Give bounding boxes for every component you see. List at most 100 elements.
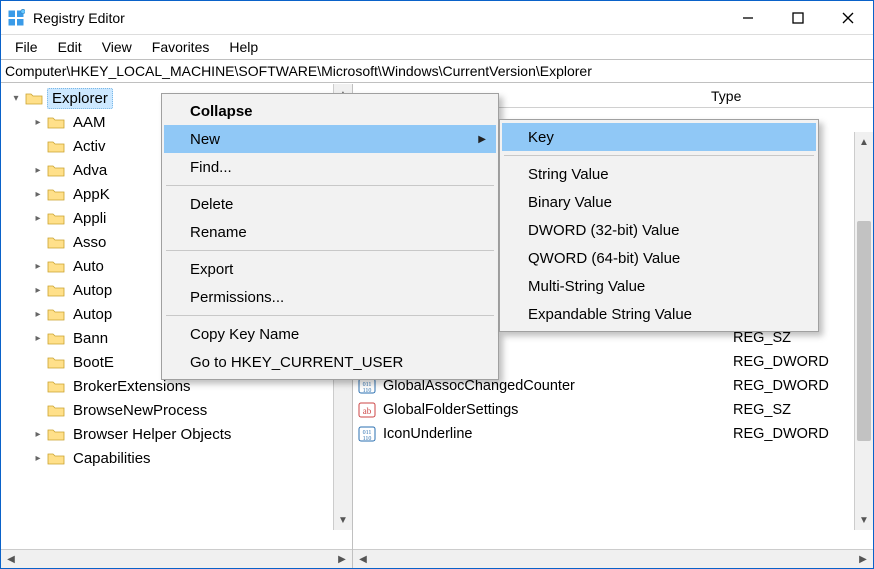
tree-item-label: Appli [69, 209, 110, 228]
tree-item-label: BrowseNewProcess [69, 401, 211, 420]
caret-right-icon[interactable]: ▸ [29, 165, 47, 176]
value-type: REG_DWORD [725, 426, 873, 442]
folder-icon [47, 186, 65, 202]
svg-text:ab: ab [363, 406, 372, 416]
folder-icon [25, 90, 43, 106]
value-type-icon: 011110 [357, 426, 377, 442]
menu-separator [166, 250, 494, 251]
scroll-right-icon[interactable]: ▶ [855, 551, 871, 567]
menu-item-label: Multi-String Value [528, 278, 645, 295]
tree-item-label: Browser Helper Objects [69, 425, 235, 444]
minimize-button[interactable] [723, 1, 773, 34]
folder-icon [47, 282, 65, 298]
menu-help[interactable]: Help [219, 37, 268, 57]
values-horizontal-scrollbar[interactable]: ◀ ▶ [353, 549, 873, 568]
scroll-down-icon[interactable]: ▼ [856, 512, 872, 528]
address-bar[interactable]: Computer\HKEY_LOCAL_MACHINE\SOFTWARE\Mic… [1, 59, 873, 83]
tree-item[interactable]: ▸BrowseNewProcess [7, 398, 332, 422]
menu-edit[interactable]: Edit [48, 37, 92, 57]
folder-icon [47, 330, 65, 346]
tree-item-label: Capabilities [69, 449, 155, 468]
menu-item-label: Collapse [190, 103, 253, 120]
tree-item-label: Adva [69, 161, 111, 180]
context-submenu-new[interactable]: Key String Value Binary Value DWORD (32-bit… [499, 119, 819, 332]
value-name: IconUnderline [383, 426, 725, 442]
menu-favorites[interactable]: Favorites [142, 37, 220, 57]
menu-item[interactable]: Key [502, 123, 816, 151]
menu-item-label: String Value [528, 166, 609, 183]
caret-right-icon[interactable]: ▸ [29, 453, 47, 464]
tree-horizontal-scrollbar[interactable]: ◀ ▶ [1, 549, 352, 568]
caret-right-icon[interactable]: ▸ [29, 117, 47, 128]
title-bar: Registry Editor [1, 1, 873, 35]
scroll-right-icon[interactable]: ▶ [334, 551, 350, 567]
menu-item-label: Permissions... [190, 289, 284, 306]
tree-item[interactable]: ▸ Capabilities [7, 446, 332, 470]
caret-right-icon[interactable]: ▸ [29, 429, 47, 440]
menu-item[interactable]: Collapse [164, 97, 496, 125]
tree-item-label: AAM [69, 113, 110, 132]
window-controls [723, 1, 873, 34]
value-row[interactable]: 011110 IconUnderlineREG_DWORD [353, 422, 873, 446]
menu-item[interactable]: Export [164, 255, 496, 283]
tree-item-label: Explorer [47, 88, 113, 109]
menu-item[interactable]: QWORD (64-bit) Value [502, 244, 816, 272]
maximize-button[interactable] [773, 1, 823, 34]
caret-right-icon[interactable]: ▸ [29, 285, 47, 296]
menu-item-label: QWORD (64-bit) Value [528, 250, 680, 267]
menu-file[interactable]: File [5, 37, 48, 57]
menu-item[interactable]: Multi-String Value [502, 272, 816, 300]
menu-item[interactable]: New▶ [164, 125, 496, 153]
caret-right-icon[interactable]: ▸ [29, 333, 47, 344]
folder-icon [47, 114, 65, 130]
folder-icon [47, 234, 65, 250]
menu-item[interactable]: Rename [164, 218, 496, 246]
scroll-left-icon[interactable]: ◀ [355, 551, 371, 567]
value-type: REG_SZ [725, 402, 873, 418]
menu-item-label: DWORD (32-bit) Value [528, 222, 679, 239]
context-menu[interactable]: Collapse New▶Find... Delete Rename Export Per… [161, 93, 499, 380]
menu-bar: File Edit View Favorites Help [1, 35, 873, 59]
menu-item[interactable]: DWORD (32-bit) Value [502, 216, 816, 244]
caret-right-icon[interactable]: ▸ [29, 213, 47, 224]
menu-item[interactable]: Copy Key Name [164, 320, 496, 348]
menu-item-label: Expandable String Value [528, 306, 692, 323]
menu-item-label: Rename [190, 224, 247, 241]
value-name: GlobalAssocChangedCounter [383, 378, 725, 394]
menu-item[interactable]: Binary Value [502, 188, 816, 216]
menu-item[interactable]: Find... [164, 153, 496, 181]
menu-item[interactable]: Go to HKEY_CURRENT_USER [164, 348, 496, 376]
caret-right-icon[interactable]: ▸ [29, 309, 47, 320]
folder-icon [47, 354, 65, 370]
menu-view[interactable]: View [92, 37, 142, 57]
scroll-down-icon[interactable]: ▼ [335, 512, 351, 528]
menu-item-label: Copy Key Name [190, 326, 299, 343]
menu-item[interactable]: String Value [502, 160, 816, 188]
column-type[interactable]: Type [703, 88, 873, 104]
menu-item[interactable]: Expandable String Value [502, 300, 816, 328]
tree-item[interactable]: ▸ Browser Helper Objects [7, 422, 332, 446]
caret-right-icon[interactable]: ▸ [29, 261, 47, 272]
folder-icon [47, 306, 65, 322]
value-type-icon: 011110 [357, 378, 377, 394]
menu-separator [166, 185, 494, 186]
value-type: REG_SZ [725, 330, 873, 346]
value-row[interactable]: abGlobalFolderSettingsREG_SZ [353, 398, 873, 422]
menu-item-label: Delete [190, 196, 233, 213]
close-button[interactable] [823, 1, 873, 34]
caret-down-icon[interactable]: ▾ [7, 93, 25, 104]
app-icon [7, 9, 25, 27]
scroll-left-icon[interactable]: ◀ [3, 551, 19, 567]
tree-item-label: Asso [69, 233, 110, 252]
svg-text:110: 110 [363, 436, 372, 442]
menu-item-label: Export [190, 261, 233, 278]
submenu-arrow-icon: ▶ [478, 134, 486, 145]
menu-item[interactable]: Permissions... [164, 283, 496, 311]
tree-item-label: AppK [69, 185, 114, 204]
values-vertical-scrollbar[interactable]: ▲ ▼ [854, 132, 873, 530]
scroll-up-icon[interactable]: ▲ [856, 134, 872, 150]
caret-right-icon[interactable]: ▸ [29, 189, 47, 200]
menu-item[interactable]: Delete [164, 190, 496, 218]
svg-text:110: 110 [363, 388, 372, 394]
folder-icon [47, 450, 65, 466]
